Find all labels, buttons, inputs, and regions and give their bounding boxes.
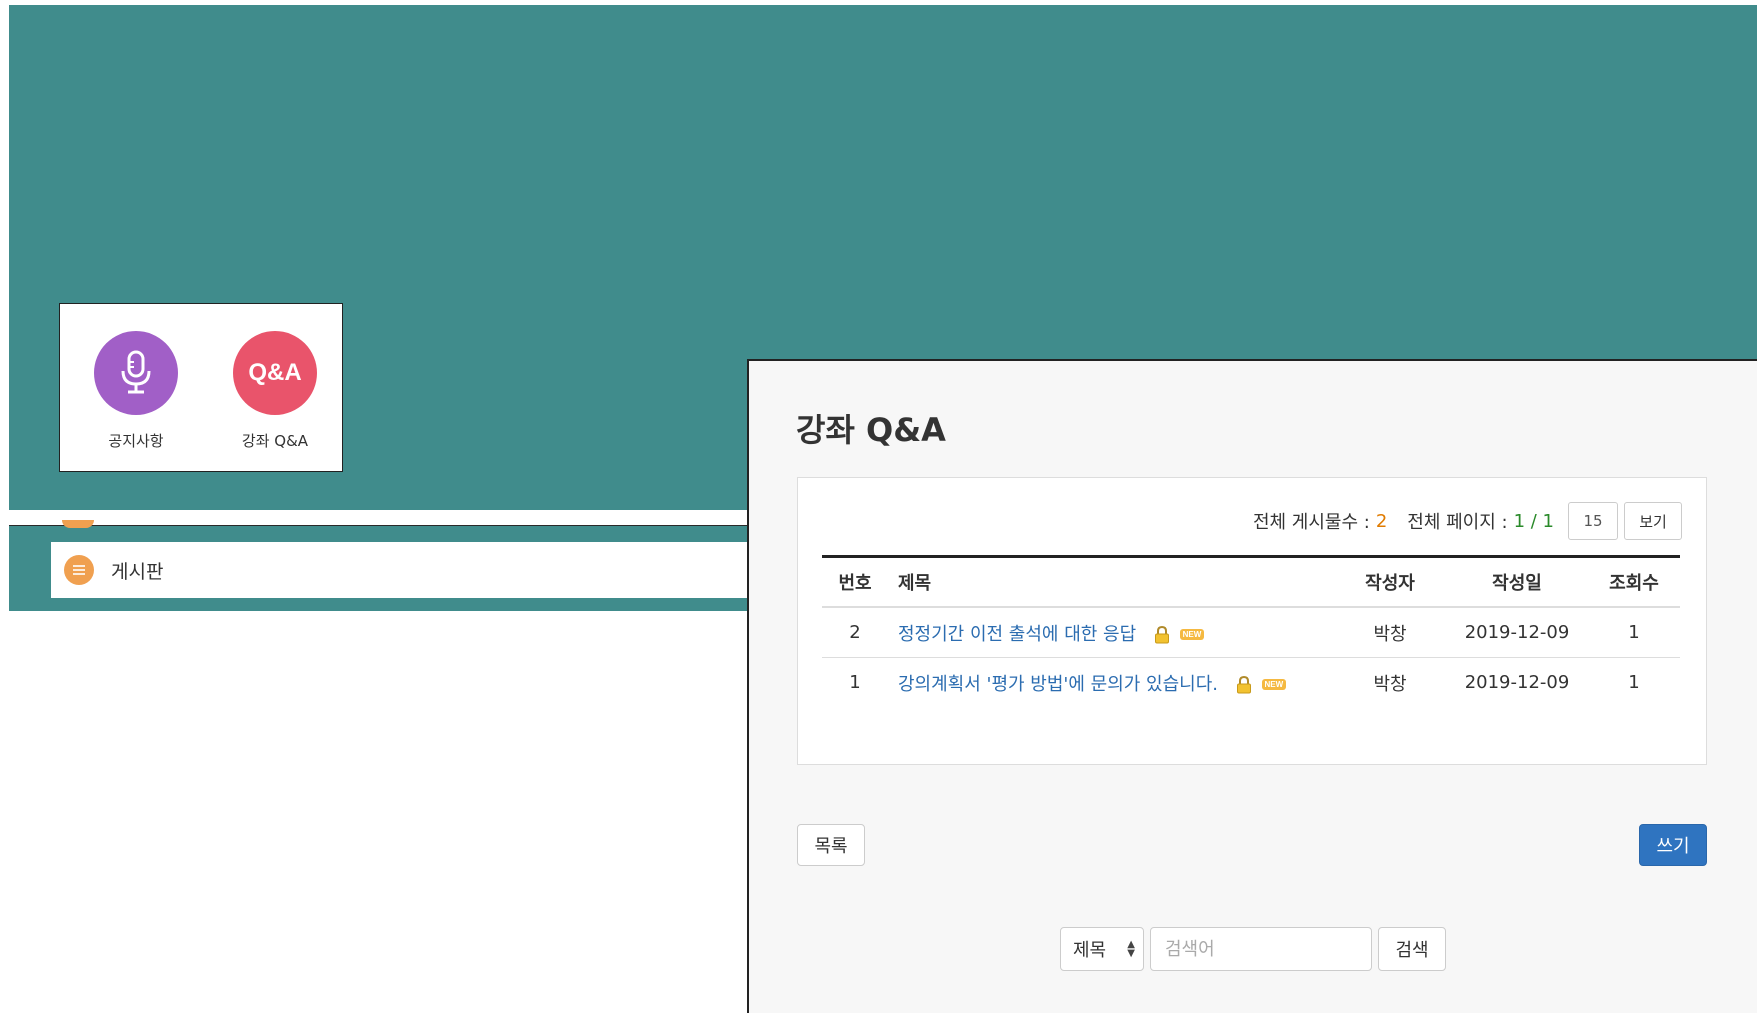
header-date: 작성일 <box>1492 573 1542 594</box>
post-list-box: 전체 게시물수 : 2 전체 페이지 : 1 / 1 15 보기 번호 제목 작… <box>797 477 1707 765</box>
menu-icon-peek <box>62 520 94 528</box>
total-posts-count: 2 <box>1375 510 1388 532</box>
page-title: 강좌 Q&A <box>796 411 946 449</box>
search-bar: 제목 ▲ ▼ 검색 <box>1060 927 1446 971</box>
table-row: 1 강의계획서 '평가 방법'에 문의가 있습니다. NEW 박창 2019-1… <box>822 658 1680 708</box>
row-author: 박창 <box>1334 607 1446 658</box>
header-author: 작성자 <box>1365 573 1415 594</box>
microphone-icon <box>121 350 151 394</box>
row-title-cell: 정정기간 이전 출석에 대한 응답 NEW <box>888 607 1334 658</box>
row-views: 1 <box>1588 607 1680 658</box>
notice-circle <box>94 331 178 415</box>
search-input[interactable] <box>1150 927 1372 971</box>
select-arrows-icon: ▲ ▼ <box>1127 939 1135 959</box>
list-lines-icon <box>73 565 85 575</box>
qa-icon: Q&A <box>248 359 302 386</box>
quick-links-box: 공지사항 Q&A 강좌 Q&A <box>59 303 343 472</box>
post-title-link[interactable]: 정정기간 이전 출석에 대한 응답 <box>898 624 1136 645</box>
qa-circle: Q&A <box>233 331 317 415</box>
lock-icon <box>1236 675 1251 693</box>
quick-link-notice[interactable]: 공지사항 <box>86 331 186 451</box>
list-info: 전체 게시물수 : 2 전체 페이지 : 1 / 1 15 보기 <box>1253 502 1682 540</box>
header-views: 조회수 <box>1609 573 1659 594</box>
view-button[interactable]: 보기 <box>1624 502 1682 540</box>
quick-link-label: 강좌 Q&A <box>241 432 309 450</box>
total-posts-label: 전체 게시물수 : <box>1252 512 1370 533</box>
list-icon <box>64 555 94 585</box>
new-badge: NEW <box>1179 629 1205 640</box>
row-no: 2 <box>822 607 888 658</box>
total-pages-value: 1 / 1 <box>1513 510 1554 532</box>
search-button[interactable]: 검색 <box>1378 927 1446 971</box>
header-no: 번호 <box>838 573 872 594</box>
table-row: 2 정정기간 이전 출석에 대한 응답 NEW 박창 2019-12-09 1 <box>822 607 1680 658</box>
list-button[interactable]: 목록 <box>797 824 865 866</box>
post-title-link[interactable]: 강의계획서 '평가 방법'에 문의가 있습니다. <box>898 674 1218 695</box>
row-date: 2019-12-09 <box>1464 672 1570 693</box>
menu-item-label: 게시판 <box>111 560 164 583</box>
total-pages-label: 전체 페이지 : <box>1407 512 1508 533</box>
qa-panel: 강좌 Q&A 전체 게시물수 : 2 전체 페이지 : 1 / 1 15 보기 … <box>747 359 1757 1013</box>
row-no: 1 <box>849 672 861 693</box>
post-table: 번호 제목 작성자 작성일 조회수 2 정정기간 이전 출석에 대한 응답 NE… <box>822 555 1680 707</box>
write-button[interactable]: 쓰기 <box>1639 824 1707 866</box>
lock-icon <box>1154 625 1169 643</box>
search-field-select[interactable]: 제목 ▲ ▼ <box>1060 927 1144 971</box>
row-date: 2019-12-09 <box>1446 607 1588 658</box>
search-field-value: 제목 <box>1073 940 1107 961</box>
new-badge: NEW <box>1261 679 1287 690</box>
row-views: 1 <box>1628 672 1640 693</box>
row-author: 박창 <box>1373 673 1407 695</box>
per-page-input[interactable]: 15 <box>1568 502 1618 540</box>
quick-link-qa[interactable]: Q&A 강좌 Q&A <box>225 331 325 451</box>
row-title-cell: 강의계획서 '평가 방법'에 문의가 있습니다. NEW <box>888 658 1334 708</box>
table-header-row: 번호 제목 작성자 작성일 조회수 <box>822 556 1680 607</box>
menu-item-board[interactable]: 게시판 <box>51 542 751 598</box>
quick-link-label: 공지사항 <box>108 432 164 450</box>
header-title: 제목 <box>898 573 932 594</box>
